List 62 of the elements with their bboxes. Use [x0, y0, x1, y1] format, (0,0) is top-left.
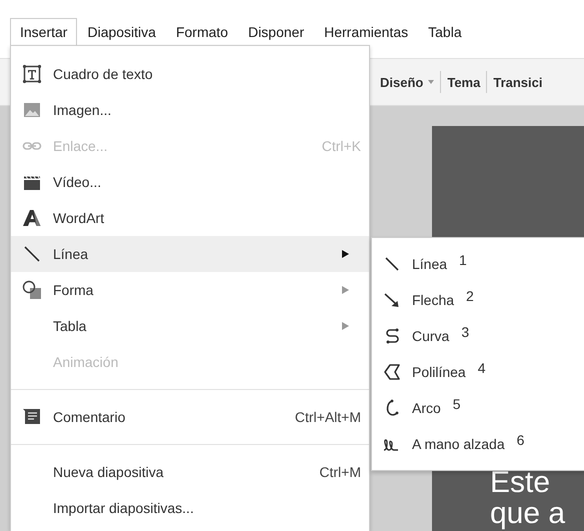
menu-option-label: Vídeo... — [53, 174, 102, 190]
line-icon — [22, 244, 42, 264]
menu-option[interactable]: Imagen... — [11, 92, 369, 128]
menu-option-label: Enlace... — [53, 138, 108, 154]
menu-option[interactable]: Importar diapositivas... — [11, 490, 369, 526]
slide-text: que a — [490, 498, 566, 529]
menu-option-label: Imagen... — [53, 102, 112, 118]
menu-option-label: Comentario — [53, 409, 126, 425]
submenu-option[interactable]: Flecha 2 — [372, 282, 584, 318]
submenu-option-label: A mano alzada — [412, 436, 505, 452]
menu-option-label: Tabla — [53, 318, 88, 334]
menu-option-label: Nueva diapositiva — [53, 464, 165, 480]
menu-option-label: Cuadro de texto — [53, 66, 154, 82]
submenu-option[interactable]: Arco 5 — [372, 390, 584, 426]
caret-icon — [428, 80, 434, 84]
menu-item[interactable]: Insertar — [10, 18, 78, 46]
shortcut-number: 1 — [459, 252, 467, 268]
menu-option-label: Línea — [53, 246, 90, 262]
menu-option[interactable]: Nueva diapositiva Ctrl+M — [11, 454, 369, 490]
shortcut-number: 3 — [461, 324, 470, 340]
shortcut-number: 5 — [452, 396, 461, 412]
polyline-icon — [382, 362, 402, 382]
shortcut-number: 4 — [478, 360, 486, 376]
shortcut-number: 2 — [466, 288, 474, 304]
menu-item[interactable]: Formato — [166, 18, 238, 46]
shortcut-number: 6 — [516, 432, 524, 448]
image-icon — [22, 100, 42, 120]
submenu-option-label: Polilínea — [412, 364, 466, 380]
slide-text: Este — [490, 467, 552, 498]
shortcut-label: Ctrl+Alt+M — [294, 409, 361, 425]
submenu-option[interactable]: Curva 3 — [372, 318, 584, 354]
menu-option[interactable]: Forma — [11, 272, 369, 308]
menu-option[interactable]: Comentario Ctrl+Alt+M — [11, 399, 369, 435]
comment-icon — [22, 407, 42, 427]
menu-option-label: Animación — [53, 354, 120, 370]
menu-item[interactable]: Disponer — [238, 18, 314, 46]
menu-option[interactable]: WordArt — [11, 200, 369, 236]
submenu-option-label: Flecha — [412, 292, 454, 308]
menu-option-label: Forma — [53, 282, 94, 298]
shortcut-label: Ctrl+M — [319, 464, 361, 480]
menu-item[interactable]: Herramientas — [314, 18, 418, 46]
submenu-option[interactable]: Línea 1 — [372, 246, 584, 282]
toolbar-button[interactable]: Diseño — [374, 72, 440, 92]
submenu-option[interactable]: Polilínea 4 — [372, 354, 584, 390]
text-box-icon — [22, 64, 42, 84]
menu-option-label: WordArt — [53, 210, 106, 226]
menu-item[interactable]: Diapositiva — [77, 18, 166, 46]
letter-a-icon — [22, 208, 42, 228]
menu-option[interactable]: Línea — [11, 236, 369, 272]
submenu-option-label: Línea — [412, 256, 448, 272]
toolbar-button[interactable]: Tema — [441, 72, 486, 92]
menu-option-label: Importar diapositivas... — [53, 500, 195, 516]
submenu-option-label: Arco — [412, 400, 441, 416]
submenu-option-label: Curva — [412, 328, 450, 344]
toolbar-button[interactable]: Transici — [487, 72, 548, 92]
menu-item[interactable]: Tabla — [418, 18, 472, 46]
menu-option[interactable]: Cuadro de texto — [11, 56, 369, 92]
submenu-option[interactable]: A mano alzada 6 — [372, 426, 584, 462]
menu-option[interactable]: Tabla — [11, 308, 369, 344]
menu-option[interactable]: Vídeo... — [11, 164, 369, 200]
shortcut-label: Ctrl+K — [322, 138, 361, 154]
shape-icon — [22, 280, 42, 300]
